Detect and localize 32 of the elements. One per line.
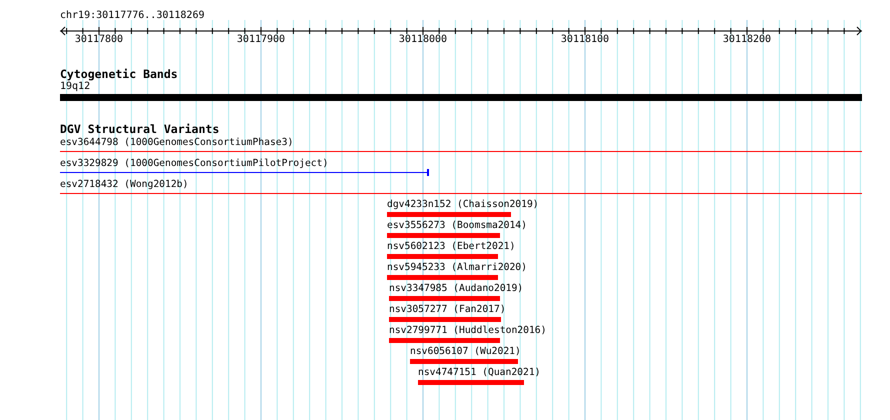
track-title: DGV Structural Variants	[60, 123, 220, 136]
feature-label: esv3329829 (1000GenomesConsortiumPilotProject)	[60, 158, 328, 170]
ruler-tick-label: 30117800	[74, 34, 124, 45]
variant-bar[interactable]	[410, 359, 518, 364]
feature-label: nsv4747151 (Quan2021)	[418, 367, 540, 379]
feature-label: esv3556273 (Boomsma2014)	[387, 220, 527, 232]
variant-line[interactable]	[60, 169, 429, 176]
ruler-tick-label: 30117900	[236, 34, 286, 45]
feature-label: nsv3057277 (Fan2017)	[389, 304, 506, 316]
variant-bar[interactable]	[389, 317, 501, 322]
feature-label: esv2718432 (Wong2012b)	[60, 179, 188, 191]
feature-label: nsv2799771 (Huddleston2016)	[389, 325, 546, 337]
variant-bar[interactable]	[389, 296, 500, 301]
variant-bar[interactable]	[418, 380, 524, 385]
track-title: Cytogenetic Bands	[60, 68, 178, 81]
feature-label: esv3644798 (1000GenomesConsortiumPhase3)	[60, 137, 294, 149]
feature-label: dgv4233n152 (Chaisson2019)	[387, 199, 539, 211]
ruler-tick-label: 30118000	[398, 34, 448, 45]
variant-bar[interactable]	[387, 254, 498, 259]
band-label: 19q12	[60, 81, 90, 93]
location-label: chr19:30117776..30118269	[60, 10, 204, 21]
feature-label: nsv6056107 (Wu2021)	[410, 346, 521, 358]
variant-bar[interactable]	[387, 275, 498, 280]
feature-label: nsv5602123 (Ebert2021)	[387, 241, 516, 253]
variant-bar[interactable]	[387, 233, 500, 238]
feature-label: nsv5945233 (Almarri2020)	[387, 262, 527, 274]
ruler-tick-label: 30118200	[722, 34, 772, 45]
variant-bar[interactable]	[389, 338, 500, 343]
variant-bar[interactable]	[387, 212, 511, 217]
ruler-tick-label: 30118100	[560, 34, 610, 45]
feature-label: nsv3347985 (Audano2019)	[389, 283, 524, 295]
chromosome-band[interactable]	[60, 94, 862, 101]
